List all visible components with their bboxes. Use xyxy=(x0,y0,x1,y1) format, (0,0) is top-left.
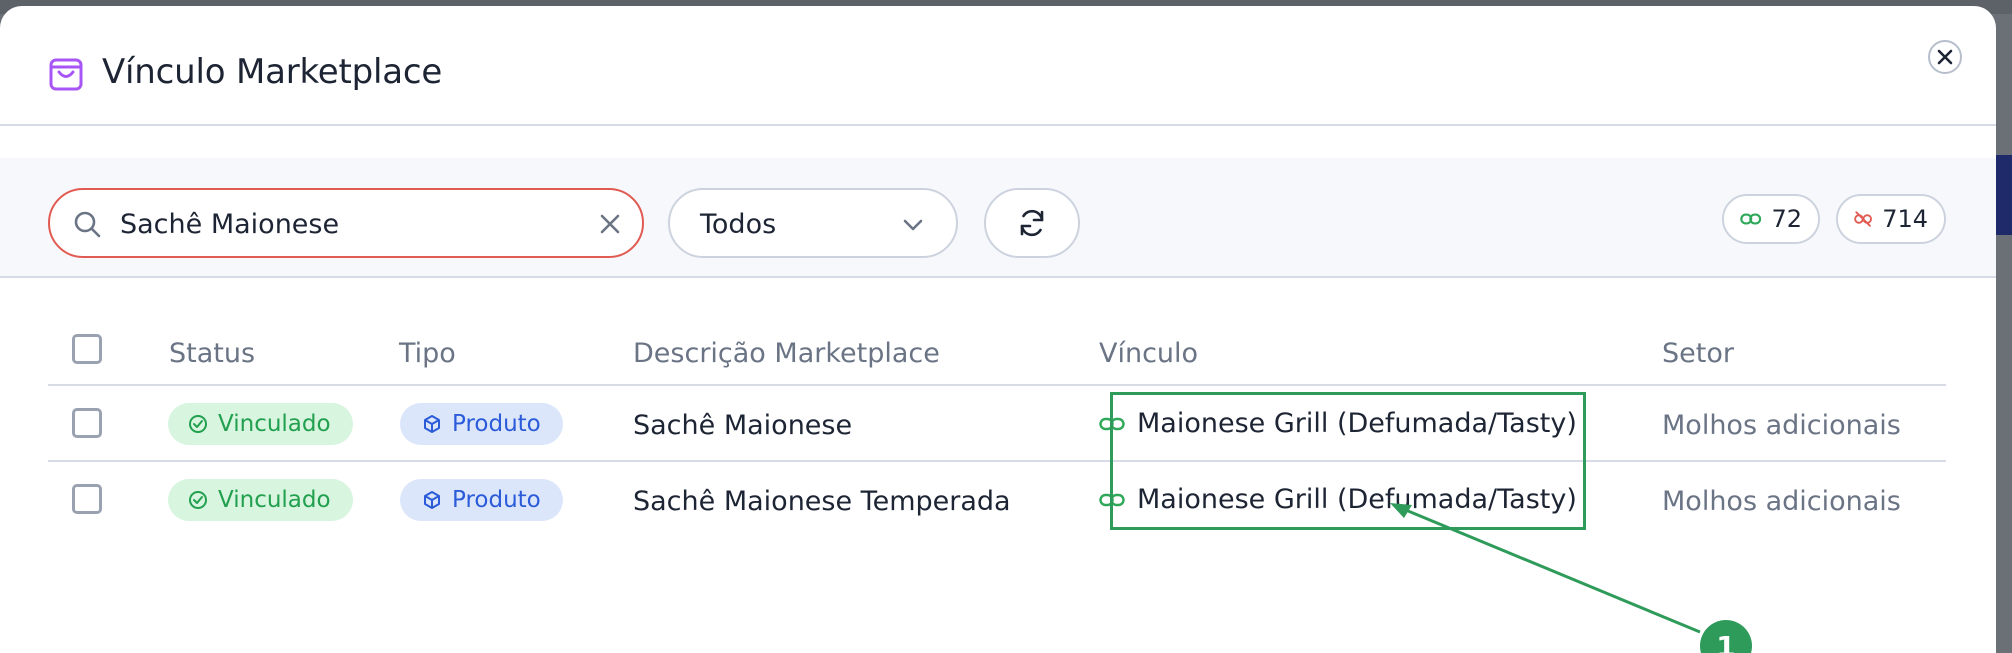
refresh-icon xyxy=(1020,209,1044,237)
status-badge: Vinculado xyxy=(168,479,353,521)
filter-toolbar: Sachê Maionese Todos 72 714 xyxy=(0,158,1996,278)
setor-cell: Molhos adicionais xyxy=(1662,410,1901,441)
table-row[interactable]: Vinculado Produto Sachê Maionese Tempera… xyxy=(48,462,1946,538)
vinculo-marketplace-modal: Vínculo Marketplace Sachê Maionese Todos xyxy=(0,6,1996,653)
status-label: Vinculado xyxy=(218,411,331,437)
header-descricao[interactable]: Descrição Marketplace xyxy=(633,338,940,369)
type-badge: Produto xyxy=(400,403,563,445)
type-label: Produto xyxy=(452,487,541,513)
header-vinculo[interactable]: Vínculo xyxy=(1099,338,1198,369)
check-circle-icon xyxy=(189,415,207,433)
clear-search-icon[interactable] xyxy=(596,210,624,238)
row-checkbox[interactable] xyxy=(72,484,102,514)
header-setor[interactable]: Setor xyxy=(1662,338,1734,369)
status-filter-value: Todos xyxy=(700,209,777,240)
type-label: Produto xyxy=(452,411,541,437)
link-icon xyxy=(1740,213,1762,225)
type-badge: Produto xyxy=(400,479,563,521)
annotation-highlight-box xyxy=(1110,392,1586,530)
linked-count: 72 xyxy=(1771,205,1802,233)
package-icon xyxy=(424,491,440,509)
select-all-checkbox[interactable] xyxy=(72,334,102,364)
table-header: Status Tipo Descrição Marketplace Víncul… xyxy=(48,306,1946,386)
row-checkbox[interactable] xyxy=(72,408,102,438)
package-icon xyxy=(424,415,440,433)
descricao-cell: Sachê Maionese xyxy=(633,410,853,441)
modal-title: Vínculo Marketplace xyxy=(102,52,443,92)
linked-count-badge[interactable]: 72 xyxy=(1722,194,1820,244)
close-button[interactable] xyxy=(1928,40,1962,74)
search-input[interactable]: Sachê Maionese xyxy=(48,188,644,258)
status-label: Vinculado xyxy=(218,487,331,513)
search-value: Sachê Maionese xyxy=(120,209,340,240)
descricao-cell: Sachê Maionese Temperada xyxy=(633,486,1011,517)
chevron-down-icon xyxy=(903,219,923,231)
refresh-button[interactable] xyxy=(984,188,1080,258)
search-icon xyxy=(74,211,101,238)
unlinked-count-badge[interactable]: 714 xyxy=(1836,194,1946,244)
status-filter-select[interactable]: Todos xyxy=(668,188,958,258)
unlink-icon xyxy=(1854,211,1872,227)
unlinked-count: 714 xyxy=(1882,205,1928,233)
setor-cell: Molhos adicionais xyxy=(1662,486,1901,517)
close-icon xyxy=(1937,49,1953,65)
header-tipo[interactable]: Tipo xyxy=(399,338,456,369)
table-row[interactable]: Vinculado Produto Sachê Maionese Maiones… xyxy=(48,386,1946,462)
check-circle-icon xyxy=(189,491,207,509)
header-status[interactable]: Status xyxy=(169,338,255,369)
shopping-bag-icon xyxy=(49,58,83,91)
status-badge: Vinculado xyxy=(168,403,353,445)
modal-header: Vínculo Marketplace xyxy=(0,6,1996,126)
